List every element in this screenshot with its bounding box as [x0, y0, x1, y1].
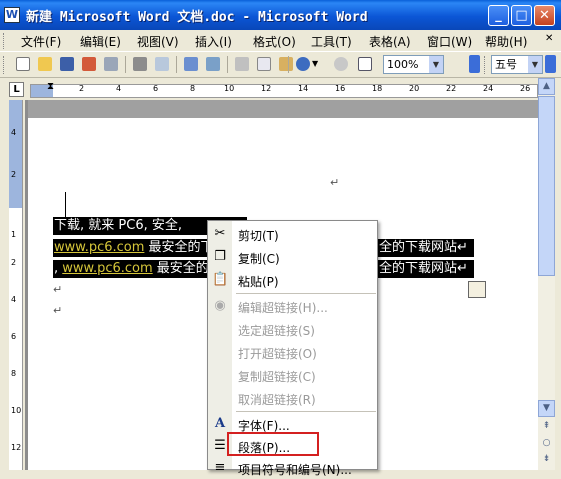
- menu-close-doc-icon[interactable]: ✕: [545, 33, 553, 44]
- menu-insert[interactable]: 插入(I): [195, 33, 232, 50]
- standard-toolbar: ▼ 100% ▼ 五号 ▼: [0, 52, 561, 78]
- menu-item-paste[interactable]: 📋 粘贴(P): [208, 269, 377, 291]
- menu-item-open-hyperlink[interactable]: 打开超链接(O): [208, 341, 377, 363]
- toolbar-options-icon[interactable]: [545, 55, 556, 73]
- text-cursor: [65, 192, 66, 218]
- chevron-down-icon[interactable]: ▼: [429, 56, 443, 73]
- menu-window[interactable]: 窗口(W): [427, 33, 472, 50]
- open-folder-icon[interactable]: [36, 55, 54, 73]
- menu-item-select-hyperlink[interactable]: 选定超链接(S): [208, 318, 377, 340]
- selected-text-line-3-tail[interactable]: 全的下载网站↵: [378, 260, 474, 278]
- font-icon: A: [214, 416, 226, 431]
- cut-icon[interactable]: [233, 55, 251, 73]
- menu-item-cut[interactable]: ✂ 剪切(T): [208, 223, 377, 245]
- minimize-button[interactable]: _: [488, 5, 509, 26]
- word-app-icon[interactable]: W: [4, 7, 20, 23]
- indent-marker-icon[interactable]: ⧗: [47, 81, 54, 92]
- selected-text-line-2-tail[interactable]: 全的下载网站↵: [378, 239, 474, 257]
- print-icon[interactable]: [131, 55, 149, 73]
- table-icon[interactable]: [356, 55, 374, 73]
- menu-item-remove-hyperlink[interactable]: 取消超链接(R): [208, 387, 377, 409]
- paste-options-icon[interactable]: [468, 281, 486, 298]
- zoom-select[interactable]: 100% ▼: [383, 55, 444, 74]
- paragraph-icon: ☰: [214, 438, 226, 453]
- font-size-select[interactable]: 五号 ▼: [491, 55, 543, 74]
- undo-icon[interactable]: [294, 55, 312, 73]
- hyperlink-icon[interactable]: [332, 55, 350, 73]
- undo-dropdown-icon[interactable]: ▼: [312, 55, 322, 73]
- menu-table[interactable]: 表格(A): [369, 33, 411, 50]
- menu-edit[interactable]: 编辑(E): [80, 33, 121, 50]
- research-icon[interactable]: [204, 55, 222, 73]
- chevron-down-icon[interactable]: ▼: [528, 56, 542, 73]
- copy-icon: ❐: [214, 249, 226, 264]
- zoom-value: 100%: [387, 58, 419, 71]
- menu-view[interactable]: 视图(V): [137, 33, 179, 50]
- menu-item-copy-hyperlink[interactable]: 复制超链接(C): [208, 364, 377, 386]
- email-icon[interactable]: [102, 55, 120, 73]
- hyperlink-icon: ◉: [214, 298, 226, 313]
- hyperlink-pc6[interactable]: www.pc6.com: [54, 240, 144, 255]
- horizontal-ruler[interactable]: ⧗ 2 4 6 8 10 12 14 16 18 20 22 24 26: [30, 81, 538, 98]
- menu-item-bullets-numbering[interactable]: ≡ 项目符号和编号(N)...: [208, 457, 377, 479]
- menu-file[interactable]: 文件(F): [21, 33, 61, 50]
- highlight-box-paragraph: [227, 432, 319, 456]
- toolbar-options-icon[interactable]: [469, 55, 480, 73]
- title-bar: W 新建 Microsoft Word 文档.doc - Microsoft W…: [0, 0, 561, 30]
- scissors-icon: ✂: [214, 226, 226, 241]
- tab-selector[interactable]: L: [9, 82, 24, 97]
- page-top-margin: [28, 100, 538, 118]
- next-page-icon[interactable]: ⇟: [538, 452, 555, 469]
- previous-page-icon[interactable]: ⇞: [538, 419, 555, 436]
- vertical-ruler[interactable]: 4 2 1 2 4 6 8 10 12: [9, 100, 23, 470]
- menu-bar: 文件(F) 编辑(E) 视图(V) 插入(I) 格式(O) 工具(T) 表格(A…: [0, 30, 561, 52]
- font-size-value: 五号: [495, 58, 517, 71]
- menu-item-edit-hyperlink[interactable]: ◉ 编辑超链接(H)...: [208, 295, 377, 317]
- spelling-icon[interactable]: [182, 55, 200, 73]
- scroll-down-button[interactable]: ▼: [538, 400, 555, 417]
- bullets-icon: ≡: [214, 460, 226, 475]
- menu-tools[interactable]: 工具(T): [311, 33, 352, 50]
- permission-icon[interactable]: [80, 55, 98, 73]
- menu-item-copy[interactable]: ❐ 复制(C): [208, 246, 377, 268]
- paragraph-mark: ↵: [53, 304, 63, 317]
- paste-icon[interactable]: [277, 55, 295, 73]
- menubar-grip[interactable]: [3, 33, 6, 49]
- close-button[interactable]: ✕: [534, 5, 555, 26]
- vertical-scrollbar[interactable]: ▲ ▼ ⇞ ○ ⇟: [538, 78, 555, 470]
- window-title: 新建 Microsoft Word 文档.doc - Microsoft Wor…: [26, 10, 368, 25]
- menu-help[interactable]: 帮助(H): [485, 33, 527, 50]
- toolbar-grip[interactable]: [3, 56, 6, 74]
- scroll-up-button[interactable]: ▲: [538, 78, 555, 95]
- paragraph-mark: ↵: [53, 283, 63, 296]
- selected-text-line-3[interactable]: , www.pc6.com 最安全的下: [53, 260, 222, 278]
- save-icon[interactable]: [58, 55, 76, 73]
- maximize-button[interactable]: □: [511, 5, 532, 26]
- copy-icon[interactable]: [255, 55, 273, 73]
- scroll-thumb[interactable]: [538, 96, 555, 276]
- print-preview-icon[interactable]: [153, 55, 171, 73]
- paste-icon: 📋: [212, 272, 229, 287]
- hyperlink-pc6[interactable]: www.pc6.com: [62, 261, 152, 276]
- selected-text-line-2[interactable]: www.pc6.com 最安全的下: [53, 239, 214, 257]
- browse-object-icon[interactable]: ○: [538, 436, 555, 453]
- menu-format[interactable]: 格式(O): [253, 33, 296, 50]
- paragraph-mark: ↵: [330, 176, 340, 189]
- new-document-icon[interactable]: [14, 55, 32, 73]
- formatting-toolbar-grip[interactable]: [484, 56, 487, 74]
